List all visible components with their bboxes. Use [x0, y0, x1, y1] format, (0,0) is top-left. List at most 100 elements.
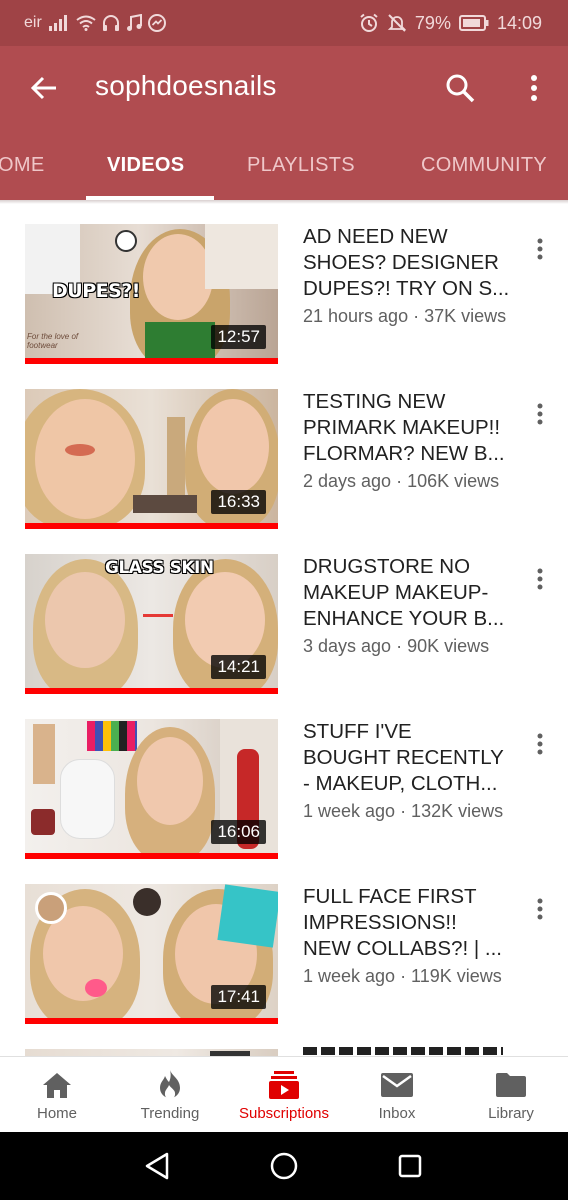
search-button[interactable]: [438, 66, 482, 110]
more-options-button[interactable]: [512, 66, 556, 110]
square-recents-icon: [398, 1154, 422, 1178]
mail-icon: [380, 1069, 414, 1101]
video-list: DUPES?! For the love of footwear 12:57 A…: [0, 204, 568, 1056]
video-duration: 17:41: [211, 985, 266, 1009]
video-meta: 3 days ago · 90K views: [303, 636, 490, 656]
video-item[interactable]: DUPES?! For the love of footwear 12:57 A…: [0, 204, 568, 369]
thumbnail-foundation: [33, 724, 55, 784]
tab-home[interactable]: OME: [0, 130, 44, 200]
headphones-icon: [102, 14, 120, 32]
video-item[interactable]: GLASS SKIN 14:21 DRUGSTORE NO MAKEUP MAK…: [0, 534, 568, 699]
video-title[interactable]: TESTING NEW PRIMARK MAKEUP!! FLORMAR? NE…: [303, 389, 513, 467]
video-menu-button[interactable]: [525, 234, 555, 264]
more-vert-icon: [537, 403, 543, 425]
tab-community[interactable]: COMMUNITY: [421, 130, 547, 200]
system-navigation-bar: [0, 1132, 568, 1200]
arrow-left-icon: [30, 76, 56, 100]
thumbnail-face: [197, 399, 269, 494]
messenger-icon: [147, 14, 166, 32]
video-menu-button[interactable]: [525, 564, 555, 594]
nav-label: Home: [36, 1104, 77, 1122]
video-title[interactable]: FULL FACE FIRST IMPRESSIONS!! NEW COLLAB…: [303, 884, 513, 962]
channel-tab-bar: OME VIDEOS PLAYLISTS COMMUNITY: [0, 130, 568, 200]
system-back-button[interactable]: [137, 1146, 177, 1186]
tab-videos[interactable]: VIDEOS: [107, 130, 184, 200]
thumbnail-small-caption: For the love of footwear: [27, 332, 79, 350]
video-title-line: STUFF I'VE: [303, 720, 412, 743]
video-title-line: BOUGHT RECENTLY: [303, 746, 504, 769]
video-title-line: ENHANCE YOUR B...: [303, 607, 505, 630]
alarm-icon: [359, 13, 379, 33]
thumbnail-caption: DUPES?!: [52, 280, 140, 302]
video-item-partial[interactable]: [0, 1029, 568, 1056]
nav-inbox[interactable]: Inbox: [340, 1057, 454, 1133]
arrow-right-icon: [143, 614, 173, 617]
video-thumbnail[interactable]: [25, 1049, 278, 1056]
wifi-icon: [76, 15, 96, 31]
nav-home[interactable]: Home: [0, 1057, 114, 1133]
video-thumbnail[interactable]: GLASS SKIN 14:21: [25, 554, 278, 694]
watch-progress-bar: [25, 688, 278, 694]
more-vert-icon: [537, 733, 543, 755]
subscriptions-icon: [268, 1069, 300, 1101]
nav-trending[interactable]: Trending: [113, 1057, 227, 1133]
system-home-button[interactable]: [264, 1146, 304, 1186]
video-meta: 1 week ago · 119K views: [303, 966, 502, 986]
tab-playlists[interactable]: PLAYLISTS: [247, 130, 355, 200]
video-title[interactable]: DRUGSTORE NO MAKEUP MAKEUP- ENHANCE YOUR…: [303, 554, 513, 632]
video-item[interactable]: 17:41 FULL FACE FIRST IMPRESSIONS!! NEW …: [0, 864, 568, 1029]
more-vert-icon: [537, 238, 543, 260]
thumbnail-powder: [133, 888, 161, 916]
carrier-label: eir: [24, 14, 42, 31]
video-duration: 14:21: [211, 655, 266, 679]
video-title-line: FLORMAR? NEW B...: [303, 442, 505, 465]
video-thumbnail[interactable]: DUPES?! For the love of footwear 12:57: [25, 224, 278, 364]
thumbnail-face: [35, 399, 135, 519]
video-title-line: MAKEUP MAKEUP-: [303, 581, 489, 604]
video-title-line: - MAKEUP, CLOTH...: [303, 772, 498, 795]
status-bar: eir 79% 14:09: [0, 0, 568, 46]
more-vert-icon: [537, 568, 543, 590]
video-title-line: DUPES?! TRY ON S...: [303, 277, 510, 300]
thumbnail-sneaker: [60, 759, 115, 839]
thumbnail-palette: [87, 721, 137, 751]
watch-progress-bar: [25, 1018, 278, 1024]
bottom-navigation: Home Trending Subscriptions Inbox Librar…: [0, 1056, 568, 1132]
video-menu-button[interactable]: [525, 894, 555, 924]
video-menu-button[interactable]: [525, 729, 555, 759]
more-vert-icon: [531, 75, 537, 101]
video-thumbnail[interactable]: 16:06: [25, 719, 278, 859]
video-title[interactable]: AD NEED NEW SHOES? DESIGNER DUPES?! TRY …: [303, 224, 513, 302]
thumbnail-face: [143, 234, 213, 320]
thumbnail-foundation: [167, 417, 185, 497]
video-title-line: SHOES? DESIGNER: [303, 251, 499, 274]
video-item[interactable]: 16:06 STUFF I'VE BOUGHT RECENTLY - MAKEU…: [0, 699, 568, 864]
video-duration: 16:33: [211, 490, 266, 514]
video-title-line: AD NEED NEW: [303, 225, 448, 248]
video-thumbnail[interactable]: 17:41: [25, 884, 278, 1024]
video-meta: 21 hours ago · 37K views: [303, 306, 507, 326]
system-recents-button[interactable]: [390, 1146, 430, 1186]
video-menu-button[interactable]: [525, 399, 555, 429]
video-item[interactable]: 16:33 TESTING NEW PRIMARK MAKEUP!! FLORM…: [0, 369, 568, 534]
battery-percent: 79%: [414, 12, 451, 33]
eyes-emoji-icon: [115, 230, 137, 252]
video-duration: 16:06: [211, 820, 266, 844]
mute-icon: [387, 13, 407, 33]
back-button[interactable]: [22, 66, 66, 110]
watch-progress-bar: [25, 853, 278, 859]
video-title-line: DRUGSTORE NO: [303, 555, 471, 578]
nav-label: Trending: [140, 1104, 200, 1122]
thumbnail-caption: GLASS SKIN: [105, 558, 214, 578]
nav-library[interactable]: Library: [454, 1057, 568, 1133]
watch-progress-bar: [25, 523, 278, 529]
more-vert-icon: [537, 898, 543, 920]
watch-progress-bar: [25, 358, 278, 364]
video-title-line: IMPRESSIONS!!: [303, 911, 457, 934]
video-title[interactable]: STUFF I'VE BOUGHT RECENTLY - MAKEUP, CLO…: [303, 719, 513, 797]
nav-subscriptions[interactable]: Subscriptions: [227, 1057, 341, 1133]
thumbnail-face: [185, 572, 265, 668]
video-thumbnail[interactable]: 16:33: [25, 389, 278, 529]
video-title-line: NEW COLLABS?! | ...: [303, 937, 502, 960]
status-right: 79% 14:09: [359, 13, 542, 34]
